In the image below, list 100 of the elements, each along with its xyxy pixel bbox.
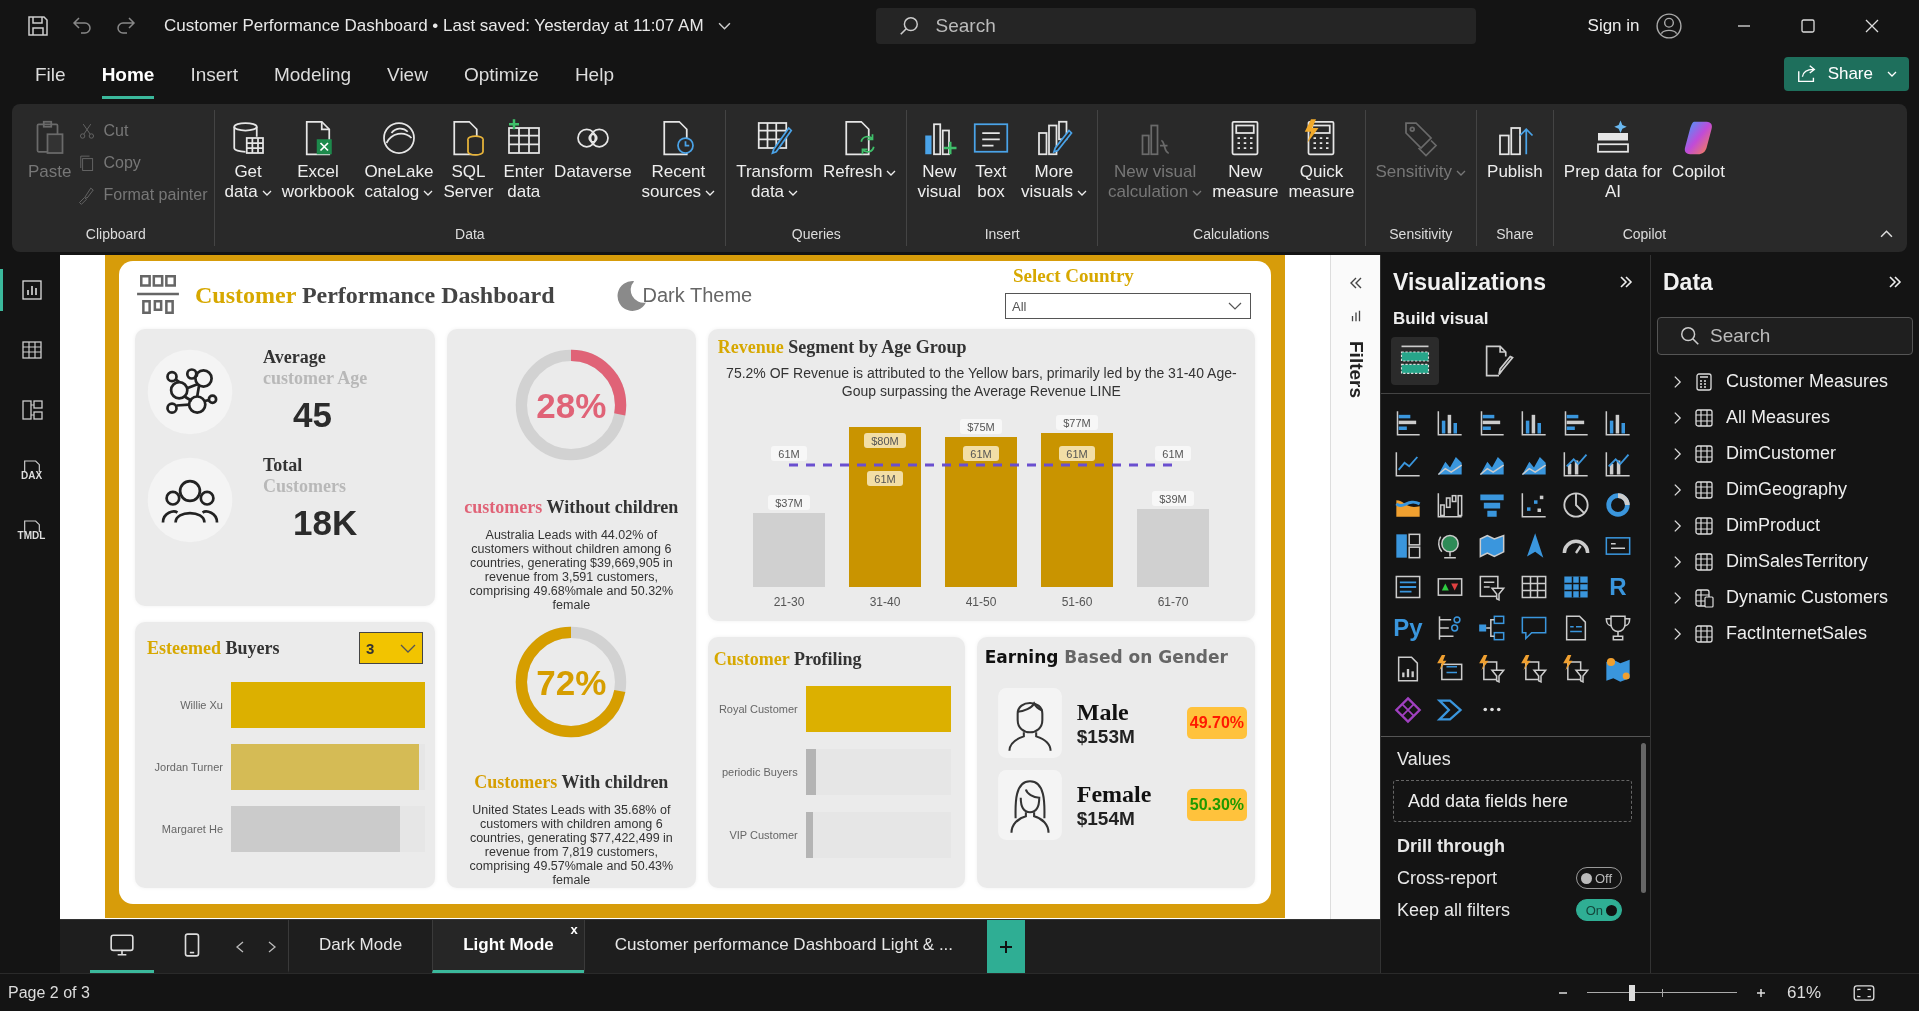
chevron-right-icon[interactable]: [1673, 410, 1682, 425]
model-icon: [19, 398, 44, 422]
ribbon-button[interactable]: Enter data: [499, 116, 549, 224]
data-label: $80M: [864, 433, 907, 448]
chevron-right-icon[interactable]: [1673, 554, 1682, 569]
plus-icon: [998, 938, 1015, 955]
ribbon-button[interactable]: New measure: [1208, 116, 1283, 224]
axis-label: Royal Customer: [717, 703, 798, 715]
table-item[interactable]: Dynamic Customers: [1673, 585, 1919, 610]
insight-text: United States Leads with 35.68% of customers with children among 6 countries, generating $77,422,499 in revenue from 7,819 customers, comprising 49.57%male and 50.43% female: [468, 803, 675, 887]
lightning-filter-icon: [1478, 654, 1506, 683]
collapse-pane-icon[interactable]: [1618, 274, 1634, 290]
ribbon-button[interactable]: Text box: [966, 116, 1015, 224]
table-item[interactable]: DimGeography: [1673, 477, 1919, 502]
menu-tab[interactable]: Modeling: [273, 53, 352, 99]
dark-theme-button[interactable]: Dark Theme: [614, 279, 753, 311]
zoom-slider[interactable]: [1586, 984, 1737, 1001]
ribbon-button[interactable]: Publish: [1483, 116, 1547, 224]
chevron-right-icon[interactable]: [1673, 518, 1682, 533]
chevron-right-icon[interactable]: [1673, 626, 1682, 641]
view-button[interactable]: DAX: [0, 449, 60, 491]
table-item[interactable]: DimProduct: [1673, 513, 1919, 538]
percent-value: 72%: [536, 664, 607, 700]
table-item[interactable]: All Measures: [1673, 405, 1919, 430]
ribbon-button[interactable]: Recent sources: [637, 116, 720, 224]
section-title: Drill through: [1396, 836, 1506, 857]
toggle-switch[interactable]: On: [1576, 899, 1622, 921]
chevron-right-icon[interactable]: [1673, 374, 1682, 389]
next-icon[interactable]: [267, 940, 277, 953]
visual-type-button[interactable]: R: [1597, 566, 1639, 607]
woman-avatar-icon: [996, 769, 1063, 841]
caret-icon[interactable]: [717, 21, 731, 31]
zoom-level: 61%: [1786, 982, 1821, 1003]
ribbon-button[interactable]: Quick measure: [1284, 116, 1359, 224]
collapse-icon[interactable]: [1880, 229, 1893, 238]
window-title: Customer Performance Dashboard • Last saved: Yesterday at 11:07 AM: [164, 16, 704, 36]
ribbon-button[interactable]: Get data: [220, 116, 276, 224]
data-label: 61M: [1162, 447, 1185, 460]
chevron-right-icon[interactable]: [1673, 482, 1682, 497]
table-item[interactable]: DimCustomer: [1673, 441, 1919, 466]
ribbon-button[interactable]: Refresh: [818, 116, 901, 224]
ribbon-button[interactable]: Transform data: [732, 116, 817, 224]
search-field[interactable]: Search: [875, 8, 1476, 44]
chevron-right-icon[interactable]: [1673, 590, 1682, 605]
drop-zone[interactable]: Add data fields here: [1393, 780, 1632, 822]
pane-tab[interactable]: [1391, 337, 1439, 385]
add-page-button[interactable]: [987, 920, 1026, 973]
collapse-pane-icon[interactable]: [1887, 274, 1903, 290]
menu-tab[interactable]: View: [387, 53, 428, 99]
table-icon: [1694, 551, 1714, 572]
save-icon[interactable]: [26, 14, 50, 38]
top-n-dropdown[interactable]: 3: [359, 632, 423, 664]
menu-tab[interactable]: Insert: [190, 53, 238, 99]
column-chart-icon: [1436, 408, 1464, 437]
ribbon-button[interactable]: SQL Server: [439, 116, 498, 224]
table-item[interactable]: FactInternetSales: [1673, 621, 1919, 646]
page-tab[interactable]: Light Mode x: [432, 920, 584, 973]
user-avatar-icon[interactable]: [1655, 13, 1682, 39]
country-dropdown[interactable]: All: [1005, 293, 1251, 319]
menu-tab[interactable]: Optimize: [463, 53, 539, 99]
table-icon: [1694, 515, 1714, 536]
sign-in-link[interactable]: Sign in: [1587, 16, 1640, 36]
earning-value: $153M: [1076, 725, 1136, 748]
share-button[interactable]: Share: [1783, 57, 1909, 91]
ribbon-button[interactable]: New visual: [913, 116, 965, 224]
ribbon-button[interactable]: OneLake catalog: [360, 116, 438, 224]
table-item[interactable]: Customer Measures: [1673, 369, 1919, 394]
data-label: 61M: [1066, 447, 1089, 460]
table-icon: [1694, 479, 1714, 500]
previous-icon[interactable]: [235, 940, 245, 953]
section-title: Build visual: [1392, 309, 1490, 329]
ribbon-button[interactable]: More visuals: [1016, 116, 1091, 224]
table-icon: [19, 338, 44, 362]
dashboard-title: Customer Performance Dashboard: [195, 281, 555, 309]
kpi-value: 18K: [293, 503, 358, 543]
column-chart-icon: [1604, 408, 1632, 437]
card-title: Customers With children: [474, 772, 669, 793]
filters-pane[interactable]: Filters: [1330, 255, 1380, 919]
menu-tab[interactable]: File: [35, 53, 66, 99]
pane-title: Data: [1663, 268, 1713, 296]
ribbon-button[interactable]: Copilot: [1668, 116, 1730, 224]
plus-icon[interactable]: [1754, 986, 1767, 999]
group-label: Data: [455, 226, 485, 242]
search-field[interactable]: Search: [1657, 317, 1913, 355]
ribbon-button[interactable]: Excel workbook: [277, 116, 359, 224]
close-tab-button[interactable]: x: [570, 922, 578, 937]
axis-label: 61-70: [1158, 595, 1189, 609]
table-item[interactable]: DimSalesTerritory: [1673, 549, 1919, 574]
share-icon: [1795, 63, 1818, 85]
visual-type-button[interactable]: Py: [1387, 607, 1429, 648]
chevron-right-icon[interactable]: [1673, 446, 1682, 461]
more-icon: [1483, 707, 1501, 712]
ribbon-button[interactable]: Prep data for AI: [1559, 116, 1667, 224]
group-label: Share: [1496, 226, 1534, 242]
menu-tab[interactable]: Help: [574, 53, 614, 99]
kpi-label: Average: [263, 347, 326, 368]
ribbon-button[interactable]: Dataverse: [550, 116, 636, 224]
lightning-filter-icon: [1562, 654, 1590, 683]
view-button[interactable]: TMDL: [0, 509, 60, 551]
fit-page-icon[interactable]: [1853, 984, 1875, 1001]
